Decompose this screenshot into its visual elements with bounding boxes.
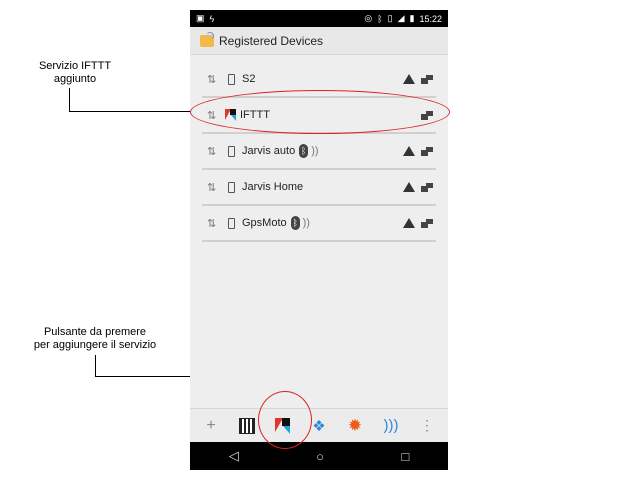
- warning-icon[interactable]: [403, 218, 415, 228]
- phone-icon: [228, 181, 235, 193]
- charging-icon: ϟ: [209, 13, 215, 24]
- back-icon[interactable]: ◁: [229, 448, 239, 464]
- page-title: Registered Devices: [219, 33, 324, 48]
- phone-icon: [228, 73, 235, 85]
- message-icon[interactable]: [421, 218, 433, 228]
- annotation-button-hint: Pulsante da premere per aggiungere il se…: [20, 326, 170, 352]
- signal-icon: ◢: [397, 13, 405, 23]
- plus-icon[interactable]: +: [198, 413, 224, 439]
- highlight-ifttt-row: [190, 90, 450, 134]
- signal-wave-icon: )): [302, 217, 310, 229]
- gear-icon[interactable]: ✹: [342, 413, 368, 439]
- message-icon[interactable]: [421, 146, 433, 156]
- phone-icon: [228, 217, 235, 229]
- more-icon[interactable]: ⋮: [414, 413, 440, 439]
- sync-arrows-icon: ⇅: [207, 145, 217, 158]
- sync-arrows-icon: ⇅: [207, 181, 217, 194]
- signal-wave-icon: )): [311, 145, 319, 157]
- annotation-line-1: Pulsante da premere: [43, 326, 147, 338]
- recents-icon[interactable]: □: [401, 449, 409, 464]
- message-icon[interactable]: [421, 74, 433, 84]
- device-row-jarvis-auto[interactable]: ⇅ Jarvis auto ᛒ )): [202, 134, 436, 170]
- sync-arrows-icon: ⇅: [207, 73, 217, 86]
- annotation-connector-1-vertical: [69, 88, 70, 112]
- bluetooth-icon: ᛒ: [377, 13, 383, 24]
- device-row-gpsmoto[interactable]: ⇅ GpsMoto ᛒ )): [202, 206, 436, 242]
- status-bar: ▣ ϟ ◎ ᛒ ▯ ◢ ▮ 15:22: [190, 10, 448, 27]
- annotation-line-2: aggiunto: [53, 73, 97, 85]
- warning-icon[interactable]: [403, 182, 415, 192]
- nav-bar: ◁ ○ □: [190, 442, 448, 470]
- app-logo-icon: [200, 31, 214, 47]
- annotation-ifttt-added: Servizio IFTTT aggiunto: [20, 60, 130, 86]
- annotation-line-1: Servizio IFTTT: [38, 60, 112, 72]
- device-name: GpsMoto: [242, 217, 287, 229]
- highlight-ifttt-button: [258, 391, 312, 449]
- device-name: Jarvis Home: [242, 181, 304, 193]
- warning-icon[interactable]: [403, 74, 415, 84]
- device-name: Jarvis auto: [242, 145, 296, 157]
- bottom-toolbar: + ❖ ✹ ))) ⋮: [190, 408, 448, 442]
- message-icon[interactable]: [421, 182, 433, 192]
- battery-icon: ▮: [409, 13, 415, 23]
- status-time: 15:22: [419, 13, 442, 24]
- device-row-jarvis-home[interactable]: ⇅ Jarvis Home: [202, 170, 436, 206]
- nfc-icon: ◎: [364, 13, 373, 23]
- home-icon[interactable]: ○: [316, 449, 324, 464]
- device-name: S2: [242, 73, 256, 85]
- sync-arrows-icon: ⇅: [207, 217, 217, 230]
- vibrate-icon: ▯: [387, 13, 393, 23]
- wifi-icon[interactable]: ))): [378, 413, 404, 439]
- annotation-line-2: per aggiungere il servizio: [33, 339, 157, 351]
- sim-icon: ▣: [196, 13, 205, 23]
- device-list: ⇅ S2 ⇅ IFTTT ⇅ Jarvis auto ᛒ )) ⇅ Jarvis…: [202, 62, 436, 242]
- phone-screen: ▣ ϟ ◎ ᛒ ▯ ◢ ▮ 15:22 Registered Devices ⇅…: [190, 10, 448, 470]
- phone-icon: [228, 145, 235, 157]
- annotation-connector-2-vertical: [95, 355, 96, 376]
- bluetooth-icon: ᛒ: [290, 216, 300, 230]
- annotation-connector-1-horizontal: [69, 111, 194, 112]
- warning-icon[interactable]: [403, 146, 415, 156]
- qr-icon[interactable]: [234, 413, 260, 439]
- app-bar: Registered Devices: [190, 27, 448, 55]
- bluetooth-icon: ᛒ: [299, 144, 309, 158]
